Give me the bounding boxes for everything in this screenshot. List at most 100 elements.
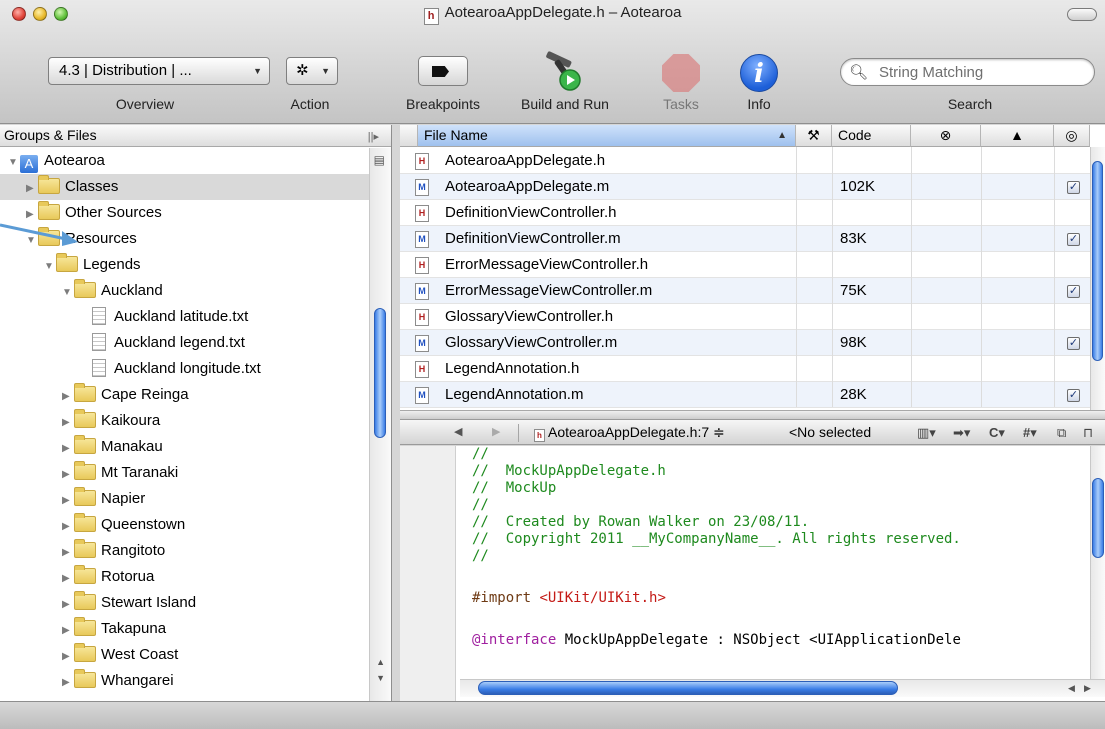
editor-horizontal-scroll-thumb[interactable] [478,681,898,695]
sidebar-item[interactable]: ▶ Manakau [0,434,370,460]
file-table-row[interactable]: M DefinitionViewController.m 83K ✓ [400,226,1090,252]
pane-divider-handle[interactable]: ||▸ [368,127,379,148]
file-table-row[interactable]: M GlossaryViewController.m 98K ✓ [400,330,1090,356]
target-column-header[interactable]: ◎ [1054,125,1090,147]
search-field[interactable]: 🔍︎ [840,58,1095,86]
target-membership-checkbox[interactable]: ✓ [1067,233,1080,246]
sidebar-item[interactable]: ▼ Auckland [0,278,370,304]
sidebar-item[interactable]: ▶ Napier [0,486,370,512]
sidebar-item[interactable]: ▶ Queenstown [0,512,370,538]
groups-and-files-pane: Groups & Files ||▸ ▼ A Aotearoa ▶ Classes ▶ Ot… [0,125,392,701]
disclosure-collapsed-icon[interactable]: ▶ [62,644,74,670]
go-back-icon[interactable]: ◀ [454,420,462,445]
sidebar-item[interactable]: ▶ Kaikoura [0,408,370,434]
table-scroll-thumb[interactable] [1092,161,1103,361]
target-membership-checkbox[interactable]: ✓ [1067,285,1080,298]
sidebar-item[interactable]: ▶ Other Sources [0,200,370,226]
icon-column-header[interactable] [400,125,418,147]
breakpoints-button[interactable] [418,56,468,86]
disclosure-collapsed-icon[interactable]: ▶ [62,670,74,696]
file-table-row[interactable]: H DefinitionViewController.h [400,200,1090,226]
disclosure-expanded-icon[interactable]: ▼ [62,280,74,306]
class-hierarchy-icon[interactable]: C▾ [989,420,1005,445]
objc-keyword: @interface [472,632,557,648]
disclosure-collapsed-icon[interactable]: ▶ [62,436,74,462]
sidebar-item[interactable]: ▶ Cape Reinga [0,382,370,408]
build-and-run-icon[interactable] [540,50,590,92]
disclosure-collapsed-icon[interactable]: ▶ [62,384,74,410]
scroll-left-arrow[interactable]: ◀ [1068,683,1075,694]
file-table-row[interactable]: M ErrorMessageViewController.m 75K ✓ [400,278,1090,304]
go-forward-icon[interactable]: ▶ [492,420,500,445]
disclosure-collapsed-icon[interactable]: ▶ [62,592,74,618]
code-column-header[interactable]: Code [832,125,911,147]
disclosure-collapsed-icon[interactable]: ▶ [62,488,74,514]
disclosure-expanded-icon[interactable]: ▼ [26,228,38,254]
sidebar-scroll-thumb[interactable] [374,308,386,438]
overview-popup[interactable]: 4.3 | Distribution | ... ▼ [48,57,270,85]
source-code[interactable]: //// MockUpAppDelegate.h// MockUp//// Cr… [472,446,1092,649]
file-name-cell: ErrorMessageViewController.h [445,256,649,273]
disclosure-collapsed-icon[interactable]: ▶ [26,202,38,228]
code-editor[interactable]: //// MockUpAppDelegate.h// MockUp//// Cr… [400,446,1105,701]
file-name-column-header[interactable]: File Name ▲ [418,125,796,147]
action-popup[interactable]: ✲ ▼ [286,57,338,85]
target-membership-checkbox[interactable]: ✓ [1067,337,1080,350]
errors-column-header[interactable]: ⊗ [911,125,981,147]
file-table-row[interactable]: M AotearoaAppDelegate.m 102K ✓ [400,174,1090,200]
editor-splitter[interactable] [400,410,1105,419]
sidebar-item[interactable]: Auckland legend.txt [0,330,370,356]
sidebar-item[interactable]: ▼ A Aotearoa [0,148,370,174]
sidebar-item[interactable]: ▶ West Coast [0,642,370,668]
toolbar-toggle-button[interactable] [1067,8,1097,21]
disclosure-collapsed-icon[interactable]: ▶ [26,176,38,202]
included-files-icon[interactable]: #▾ [1023,420,1037,445]
file-history-popup[interactable]: h AotearoaAppDelegate.h:7 ≑ [534,420,725,445]
sidebar-item[interactable]: ▶ Takapuna [0,616,370,642]
sidebar-item[interactable]: ▼ Legends [0,252,370,278]
sort-ascending-icon: ▲ [777,130,787,141]
sidebar-item[interactable]: ▶ Rangitoto [0,538,370,564]
sidebar-item[interactable]: ▼ Resources [0,226,370,252]
sidebar-item[interactable]: Auckland latitude.txt [0,304,370,330]
file-table-row[interactable]: H LegendAnnotation.h [400,356,1090,382]
sidebar-item[interactable]: ▶ Classes [0,174,370,200]
scroll-right-arrow[interactable]: ▶ [1084,683,1091,694]
target-membership-checkbox[interactable]: ✓ [1067,181,1080,194]
disclosure-expanded-icon[interactable]: ▼ [44,254,56,280]
file-table-row[interactable]: H ErrorMessageViewController.h [400,252,1090,278]
editor-gutter[interactable] [400,446,456,701]
disclosure-collapsed-icon[interactable]: ▶ [62,410,74,436]
scroll-up-arrow[interactable]: ▲ [376,657,385,667]
sidebar-item[interactable]: ▶ Whangarei [0,668,370,694]
editor-vertical-scroll-thumb[interactable] [1092,478,1104,558]
sidebar-item[interactable]: ▶ Mt Taranaki [0,460,370,486]
list-options-icon[interactable]: ▤ [374,153,385,167]
lock-icon[interactable]: ⊓ [1083,420,1093,445]
disclosure-collapsed-icon[interactable]: ▶ [62,462,74,488]
file-table-row[interactable]: H GlossaryViewController.h [400,304,1090,330]
sidebar-item[interactable]: ▶ Stewart Island [0,590,370,616]
warnings-column-header[interactable]: ▲ [981,125,1054,147]
code-line: // MockUp [472,480,1092,497]
search-input[interactable] [879,63,1079,82]
scroll-down-arrow[interactable]: ▼ [376,673,385,683]
symbol-popup[interactable]: <No selected [789,420,871,445]
info-icon[interactable]: i [740,54,778,92]
disclosure-expanded-icon[interactable]: ▼ [8,150,20,176]
disclosure-collapsed-icon[interactable]: ▶ [62,566,74,592]
disclosure-collapsed-icon[interactable]: ▶ [62,514,74,540]
disclosure-collapsed-icon[interactable]: ▶ [62,540,74,566]
bookmarks-icon[interactable]: ▥▾ [917,420,936,445]
target-membership-checkbox[interactable]: ✓ [1067,389,1080,402]
breakpoints-menu-icon[interactable]: ➡▾ [953,420,970,445]
header-file-icon: H [415,309,429,326]
folder-icon [74,513,96,532]
file-table-row[interactable]: M LegendAnnotation.m 28K ✓ [400,382,1090,408]
disclosure-collapsed-icon[interactable]: ▶ [62,618,74,644]
build-column-header[interactable]: ⚒ [796,125,832,147]
counterpart-icon[interactable]: ⧉ [1057,420,1066,445]
sidebar-item[interactable]: ▶ Rotorua [0,564,370,590]
sidebar-item[interactable]: Auckland longitude.txt [0,356,370,382]
file-table-row[interactable]: H AotearoaAppDelegate.h [400,148,1090,174]
